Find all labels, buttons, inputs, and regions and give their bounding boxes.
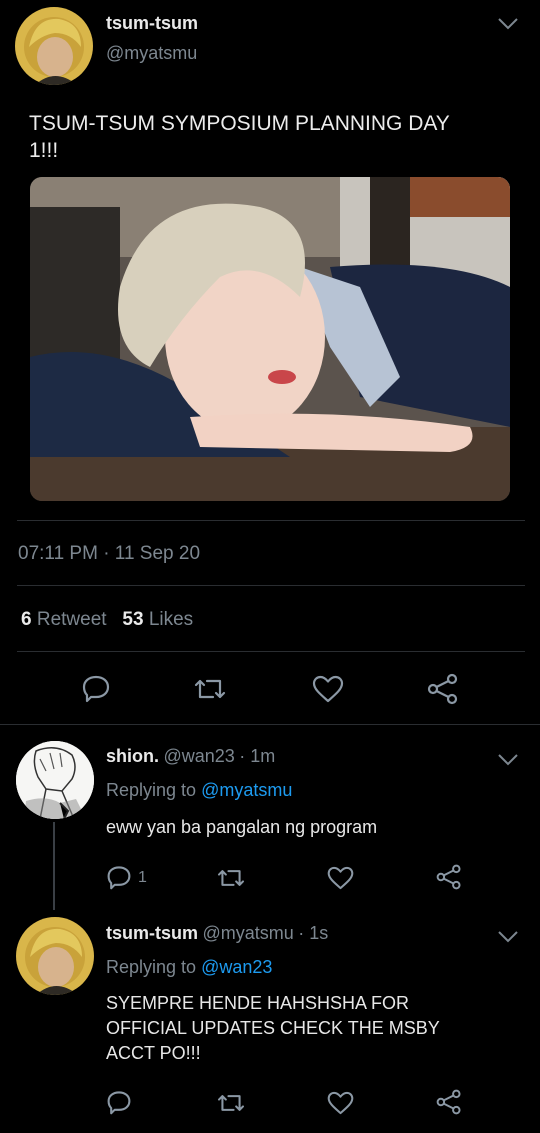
replying-to: Replying to @wan23 bbox=[106, 957, 272, 978]
tweet-text-line: 1!!! bbox=[29, 139, 59, 162]
like-label: Likes bbox=[148, 609, 194, 630]
retweet-label: Retweet bbox=[36, 609, 107, 630]
reply-icon[interactable] bbox=[106, 1089, 132, 1115]
reply-display-name[interactable]: shion. bbox=[106, 746, 159, 766]
replying-to-prefix: Replying to bbox=[106, 957, 197, 977]
reply-time: · 1m bbox=[239, 746, 276, 766]
replying-to-prefix: Replying to bbox=[106, 780, 197, 800]
share-icon[interactable] bbox=[426, 673, 460, 705]
retweet-icon[interactable] bbox=[193, 675, 227, 703]
reply-text-line: SYEMPRE HENDE HAHSHSHA FOR bbox=[106, 993, 410, 1013]
divider bbox=[17, 651, 525, 652]
avatar[interactable] bbox=[16, 741, 94, 819]
reply-text-line: ACCT PO!!! bbox=[106, 1043, 201, 1063]
divider bbox=[17, 520, 525, 521]
like-icon[interactable] bbox=[327, 1091, 354, 1115]
divider bbox=[17, 585, 525, 586]
chevron-down-icon[interactable] bbox=[497, 930, 519, 944]
reply-text-line: OFFICIAL UPDATES CHECK THE MSBY bbox=[106, 1018, 440, 1038]
retweet-icon[interactable] bbox=[216, 866, 246, 890]
retweet-count: 6 bbox=[21, 609, 32, 630]
chevron-down-icon[interactable] bbox=[497, 753, 519, 767]
reply-text: eww yan ba pangalan ng program bbox=[106, 817, 378, 837]
replying-to-link[interactable]: @myatsmu bbox=[201, 780, 292, 800]
tweet-text-line: TSUM-TSUM SYMPOSIUM PLANNING DAY bbox=[29, 112, 450, 135]
tweet-timestamp[interactable]: 07:11 PM · 11 Sep 20 bbox=[18, 543, 200, 565]
reply-handle[interactable]: @myatsmu bbox=[202, 923, 293, 943]
author-display-name[interactable]: tsum-tsum bbox=[106, 13, 198, 34]
retweet-stat[interactable]: 6 Retweet bbox=[21, 609, 107, 630]
reply-header: shion. @wan23 · 1m bbox=[106, 746, 275, 767]
avatar[interactable] bbox=[15, 7, 93, 85]
retweet-icon[interactable] bbox=[216, 1091, 246, 1115]
tweet-stats: 6 Retweet 53 Likes bbox=[21, 609, 193, 631]
like-icon[interactable] bbox=[312, 675, 344, 703]
replying-to: Replying to @myatsmu bbox=[106, 780, 292, 801]
avatar[interactable] bbox=[16, 917, 94, 995]
tweet-text: TSUM-TSUM SYMPOSIUM PLANNING DAY 1!!! bbox=[29, 110, 450, 164]
share-icon[interactable] bbox=[435, 1089, 463, 1115]
reply-handle[interactable]: @wan23 bbox=[163, 746, 234, 766]
share-icon[interactable] bbox=[435, 864, 463, 890]
reply-text: SYEMPRE HENDE HAHSHSHA FOR OFFICIAL UPDA… bbox=[106, 991, 440, 1066]
like-icon[interactable] bbox=[327, 866, 354, 890]
reply-icon[interactable] bbox=[106, 864, 132, 890]
chevron-down-icon[interactable] bbox=[497, 17, 519, 31]
thread-connector-line bbox=[53, 822, 55, 910]
tweet-media-image[interactable] bbox=[30, 177, 510, 501]
reply-count: 1 bbox=[138, 869, 147, 886]
reply-header: tsum-tsum @myatsmu · 1s bbox=[106, 923, 328, 944]
reply-icon[interactable] bbox=[81, 673, 111, 703]
reply-display-name[interactable]: tsum-tsum bbox=[106, 923, 198, 943]
like-stat[interactable]: 53 Likes bbox=[122, 609, 193, 630]
author-handle[interactable]: @myatsmu bbox=[106, 43, 197, 64]
like-count: 53 bbox=[122, 609, 144, 630]
divider bbox=[0, 724, 540, 725]
reply-time: · 1s bbox=[298, 923, 329, 943]
replying-to-link[interactable]: @wan23 bbox=[201, 957, 272, 977]
